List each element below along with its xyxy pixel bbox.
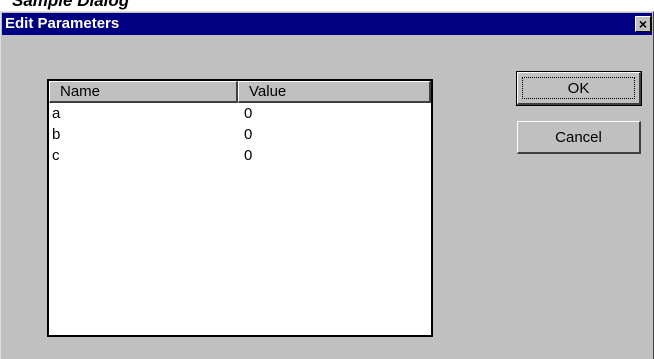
edit-parameters-dialog: Edit Parameters × Name Value a 0 b 0 c 0: [0, 11, 654, 359]
param-name-cell: c: [52, 147, 60, 164]
close-button[interactable]: ×: [635, 16, 651, 32]
param-value-cell: 0: [244, 105, 253, 122]
close-icon: ×: [638, 16, 648, 32]
list-row[interactable]: c 0: [49, 145, 431, 166]
list-row[interactable]: b 0: [49, 124, 431, 145]
list-header: Name Value: [49, 81, 431, 103]
param-name-cell: b: [52, 126, 61, 143]
ok-button[interactable]: OK: [516, 71, 642, 106]
cancel-button[interactable]: Cancel: [517, 121, 641, 154]
title-bar[interactable]: Edit Parameters ×: [2, 13, 652, 35]
column-header-name[interactable]: Name: [49, 81, 238, 103]
list-row[interactable]: a 0: [49, 103, 431, 124]
list-body: a 0 b 0 c 0: [49, 103, 431, 335]
focus-rectangle: [522, 77, 635, 99]
param-name-cell: a: [52, 105, 61, 122]
window-title: Edit Parameters: [5, 15, 120, 32]
column-header-value[interactable]: Value: [238, 81, 431, 103]
param-value-cell: 0: [244, 126, 253, 143]
param-value-cell: 0: [244, 147, 253, 164]
partial-caption: Sample Dialog: [12, 0, 130, 10]
parameters-list[interactable]: Name Value a 0 b 0 c 0: [47, 79, 433, 337]
cancel-button-label: Cancel: [555, 128, 602, 146]
